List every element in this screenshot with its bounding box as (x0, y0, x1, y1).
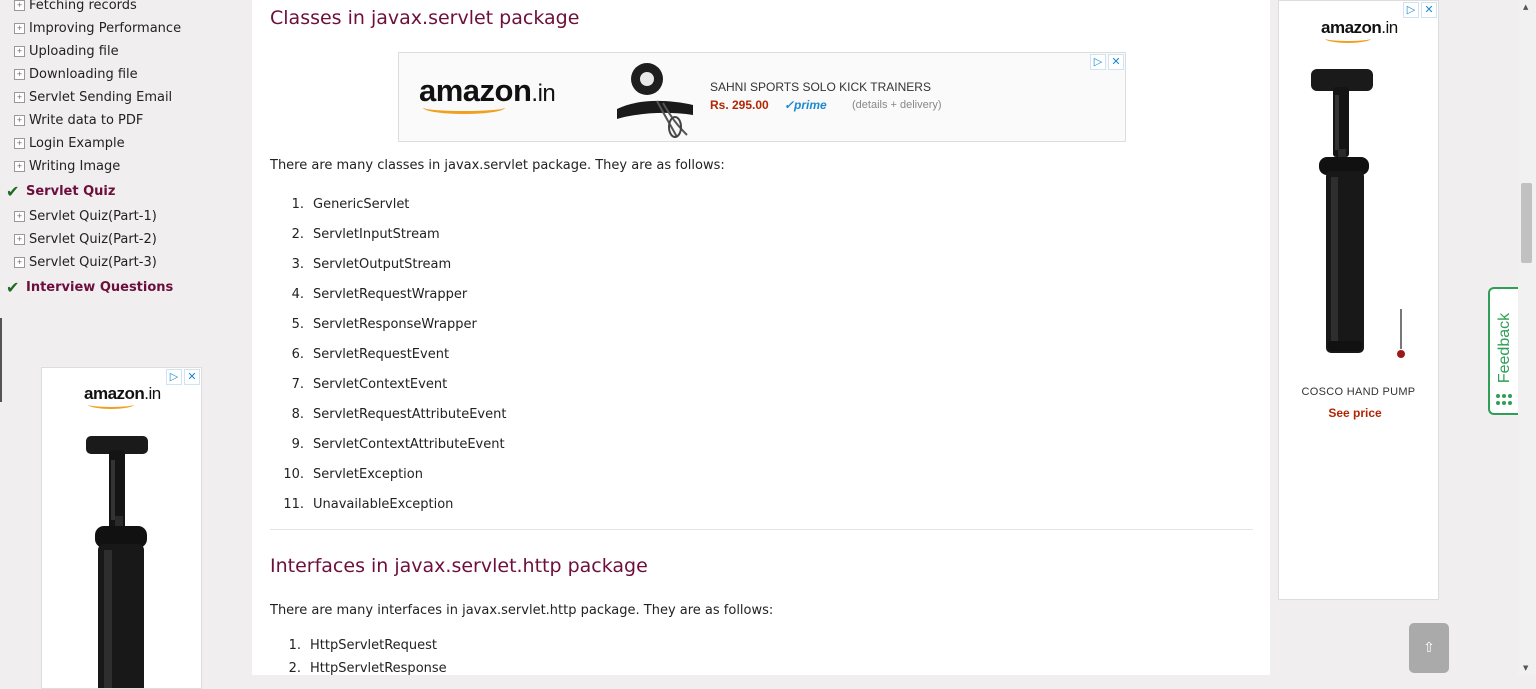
close-icon[interactable]: ✕ (1108, 54, 1124, 70)
left-edge-divider (0, 318, 2, 402)
sidebar-item-label: Improving Performance (29, 21, 182, 36)
sidebar-item-writing-image[interactable]: + Writing Image (14, 155, 181, 178)
feedback-label: Feedback (1496, 312, 1513, 384)
sidebar-item-downloading-file[interactable]: + Downloading file (14, 63, 181, 86)
sidebar-item-uploading-file[interactable]: + Uploading file (14, 40, 181, 63)
ad-details-link[interactable]: (details + delivery) (852, 99, 942, 111)
list-item: 1. GenericServlet (291, 196, 410, 212)
hand-pump-image (86, 436, 148, 688)
sidebar-item-write-pdf[interactable]: + Write data to PDF (14, 109, 181, 132)
section-title-classes: Classes in javax.servlet package (270, 7, 580, 29)
plus-box-icon: + (14, 234, 25, 245)
sidebar-heading-label: Servlet Quiz (26, 184, 116, 199)
plus-box-icon: + (14, 138, 25, 149)
list-item: 5. ServletResponseWrapper (291, 316, 477, 332)
list-item: 2. ServletInputStream (291, 226, 440, 242)
prime-badge: ✓prime (784, 98, 827, 112)
adchoices-icon[interactable]: ▷ (1090, 54, 1106, 70)
interfaces-list: 1. HttpServletRequest 2. HttpServletRespon… (275, 634, 447, 680)
sidebar-item-quiz-part-2[interactable]: + Servlet Quiz(Part-2) (14, 228, 181, 251)
sidebar: + Fetching records + Improving Performance… (0, 0, 252, 689)
plus-box-icon: + (14, 115, 25, 126)
ad-product-name[interactable]: SAHNI SPORTS SOLO KICK TRAINERS (710, 80, 931, 94)
ad-price: Rs. 295.00 (710, 98, 769, 112)
ad-controls: ▷ ✕ (166, 369, 200, 385)
feedback-tab[interactable]: Feedback (1488, 287, 1518, 415)
page-scrollbar[interactable]: ▲ ▼ (1518, 0, 1536, 675)
sidebar-item-label: Servlet Quiz(Part-1) (29, 209, 157, 224)
scroll-to-top-button[interactable]: ⇧ (1409, 623, 1449, 673)
amazon-ad-right[interactable]: ▷ ✕ amazon.in COSCO HAND PUMP See price (1278, 0, 1439, 600)
hand-pump-image (1311, 69, 1405, 358)
list-item: 11. UnavailableException (283, 496, 454, 512)
sidebar-item-quiz-part-3[interactable]: + Servlet Quiz(Part-3) (14, 251, 181, 274)
chat-dots-icon (1496, 394, 1512, 405)
plus-box-icon: + (14, 23, 25, 34)
sidebar-heading-servlet-quiz[interactable]: ✔ Servlet Quiz (4, 178, 181, 205)
checkmark-icon: ✔ (6, 182, 20, 201)
close-icon[interactable]: ✕ (1421, 2, 1437, 18)
plus-box-icon: + (14, 92, 25, 103)
adchoices-icon[interactable]: ▷ (166, 369, 182, 385)
plus-box-icon: + (14, 69, 25, 80)
amazon-logo: amazon.in (419, 73, 556, 114)
scroll-down-icon[interactable]: ▼ (1523, 664, 1528, 672)
amazon-logo: amazon.in (1321, 18, 1398, 43)
list-item: 8. ServletRequestAttributeEvent (291, 406, 507, 422)
plus-box-icon: + (14, 161, 25, 172)
sidebar-menu: + Fetching records + Improving Performance… (6, 0, 181, 301)
list-item: 3. ServletOutputStream (291, 256, 452, 272)
list-item: 7. ServletContextEvent (291, 376, 448, 392)
adchoices-icon[interactable]: ▷ (1403, 2, 1419, 18)
kick-trainer-image (617, 63, 693, 138)
sidebar-item-label: Servlet Quiz(Part-3) (29, 255, 157, 270)
sidebar-item-login-example[interactable]: + Login Example (14, 132, 181, 155)
sidebar-item-label: Writing Image (29, 159, 121, 174)
plus-box-icon: + (14, 257, 25, 268)
amazon-ad-banner[interactable]: ▷ ✕ amazon.in SAHNI SPORTS SOLO KICK TRA… (398, 52, 1126, 142)
amazon-ad-left[interactable]: ▷ ✕ amazon.in (41, 367, 202, 689)
sidebar-item-label: Downloading file (29, 67, 138, 82)
list-item: 9. ServletContextAttributeEvent (291, 436, 505, 452)
close-icon[interactable]: ✕ (184, 369, 200, 385)
plus-box-icon: + (14, 211, 25, 222)
section-intro-interfaces: There are many interfaces in javax.servl… (270, 603, 774, 618)
checkmark-icon: ✔ (6, 278, 20, 297)
sidebar-item-label: Login Example (29, 136, 125, 151)
plus-box-icon: + (14, 46, 25, 57)
scrollbar-thumb[interactable] (1521, 183, 1532, 263)
list-item: 2. HttpServletResponse (288, 661, 447, 676)
main-content: Classes in javax.servlet package ▷ ✕ ama… (252, 0, 1270, 676)
amazon-logo: amazon.in (84, 384, 161, 409)
sidebar-item-label: Uploading file (29, 44, 119, 59)
sidebar-item-label: Fetching records (29, 0, 137, 13)
sidebar-heading-interview-questions[interactable]: ✔ Interview Questions (4, 274, 181, 301)
sidebar-heading-label: Interview Questions (26, 280, 174, 295)
section-divider (270, 529, 1253, 530)
sidebar-item-improving-performance[interactable]: + Improving Performance (14, 17, 181, 40)
sidebar-item-fetching-records[interactable]: + Fetching records (14, 0, 181, 17)
scroll-up-icon[interactable]: ▲ (1523, 3, 1528, 11)
list-item: 1. HttpServletRequest (288, 638, 438, 653)
sidebar-item-label: Servlet Sending Email (29, 90, 173, 105)
ad-product-name[interactable]: COSCO HAND PUMP (1279, 386, 1438, 398)
ad-controls: ▷ ✕ (1090, 54, 1124, 70)
sidebar-item-label: Servlet Quiz(Part-2) (29, 232, 157, 247)
section-intro-classes: There are many classes in javax.servlet … (270, 158, 725, 173)
classes-list: 1. GenericServlet 2. ServletInputStream 3.… (278, 189, 506, 519)
sidebar-item-sending-email[interactable]: + Servlet Sending Email (14, 86, 181, 109)
plus-box-icon: + (14, 0, 25, 11)
list-item: 6. ServletRequestEvent (291, 346, 450, 362)
sidebar-item-quiz-part-1[interactable]: + Servlet Quiz(Part-1) (14, 205, 181, 228)
list-item: 10. ServletException (283, 466, 423, 482)
sidebar-item-label: Write data to PDF (29, 113, 144, 128)
ad-controls: ▷ ✕ (1403, 2, 1437, 18)
list-item: 4. ServletRequestWrapper (291, 286, 468, 302)
section-title-interfaces: Interfaces in javax.servlet.http package (270, 555, 648, 577)
see-price-link[interactable]: See price (1279, 406, 1431, 420)
